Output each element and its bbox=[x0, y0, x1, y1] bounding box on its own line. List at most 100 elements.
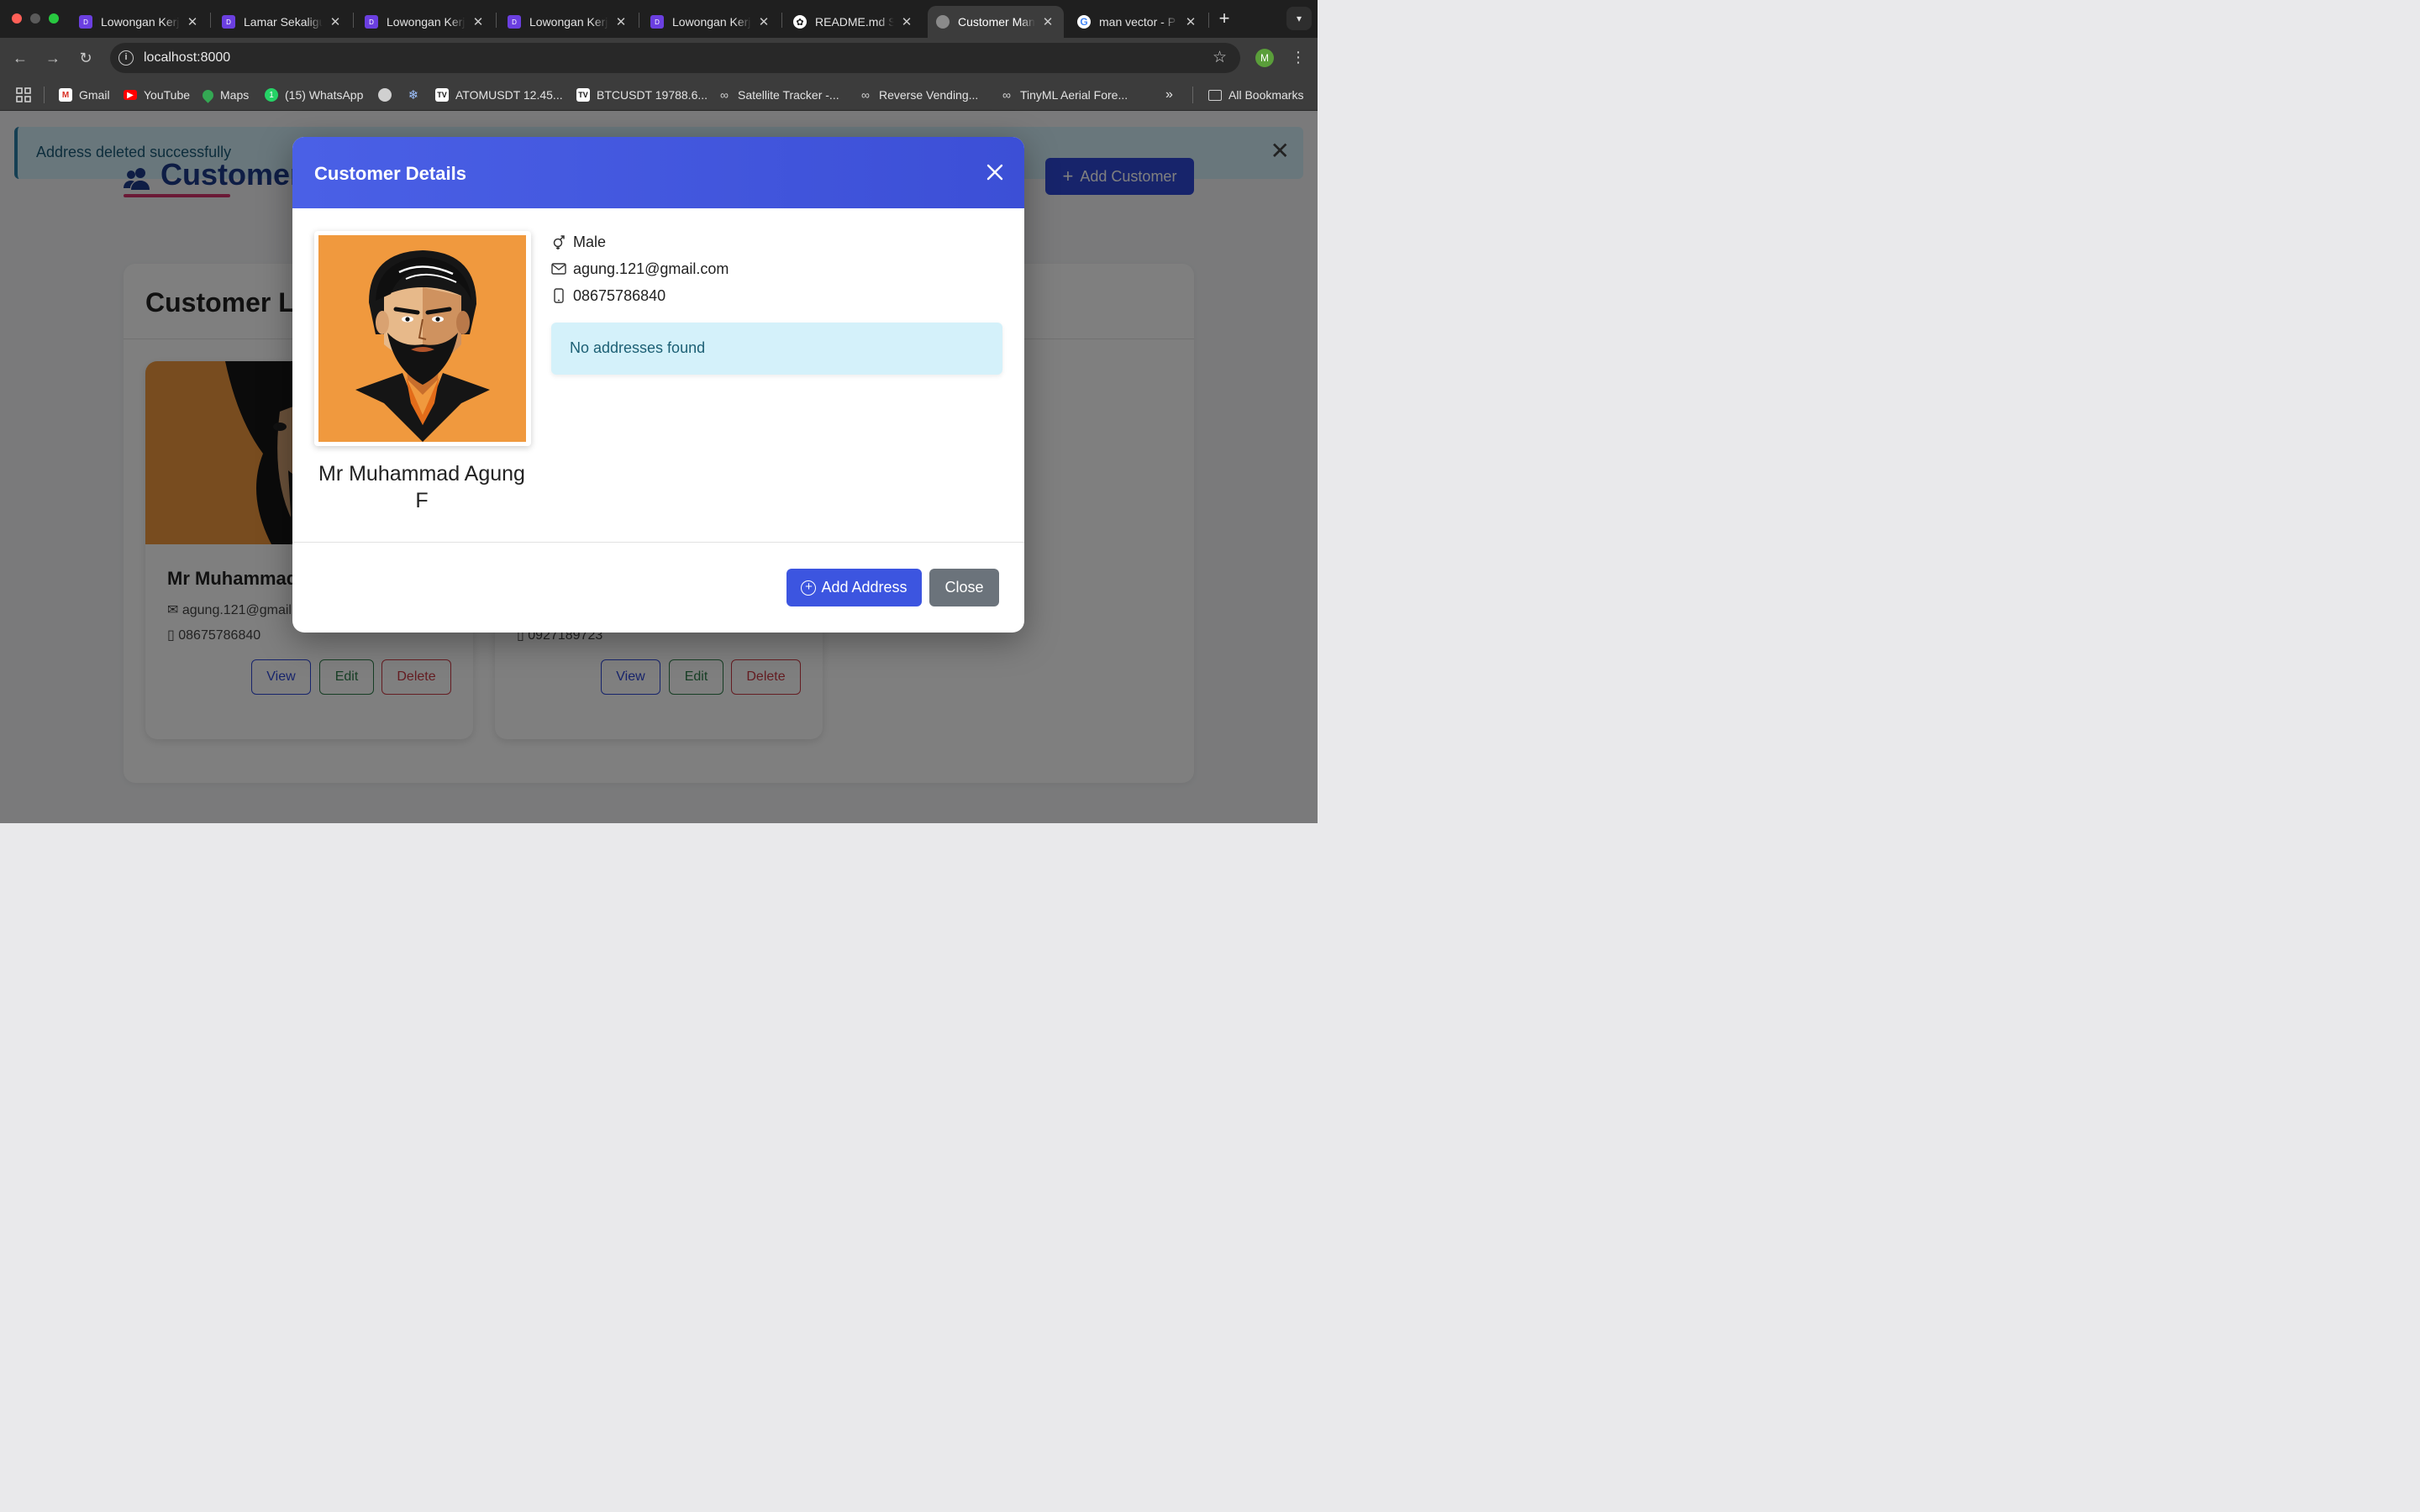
whatsapp-badge: 1 bbox=[269, 90, 274, 100]
tab-title: Lowongan Kerja bbox=[529, 15, 608, 29]
back-icon[interactable]: ← bbox=[10, 48, 30, 68]
tab-title: man vector - P bbox=[1099, 15, 1176, 29]
tab-close-icon[interactable]: ✕ bbox=[1183, 14, 1198, 29]
bookmark-satellite[interactable]: ∞ Satellite Tracker -... bbox=[718, 87, 839, 103]
browser-tab-active[interactable]: Customer Man ✕ bbox=[928, 6, 1064, 38]
customer-avatar-frame bbox=[314, 231, 531, 446]
browser-tab[interactable]: D Lowongan Kerja ✕ bbox=[356, 6, 494, 38]
tab-close-icon[interactable]: ✕ bbox=[756, 14, 771, 29]
bookmark-star-icon[interactable]: ☆ bbox=[1213, 48, 1227, 67]
link-icon: ∞ bbox=[720, 88, 729, 102]
modal-title: Customer Details bbox=[314, 163, 466, 184]
bookmark-globe[interactable] bbox=[378, 87, 398, 103]
browser-tab-bar: D Lowongan Kerja ✕ D Lamar Sekaligus ✕ D… bbox=[0, 0, 1318, 38]
apps-grid-icon[interactable] bbox=[16, 87, 31, 103]
dealls-icon: D bbox=[365, 15, 378, 29]
phone-row: 08675786840 bbox=[551, 286, 666, 306]
modal-footer-divider bbox=[292, 542, 1024, 543]
envelope-icon bbox=[551, 263, 566, 275]
bookmark-label: YouTube bbox=[144, 88, 191, 102]
add-address-label: Add Address bbox=[821, 579, 908, 596]
dealls-icon: D bbox=[650, 15, 664, 29]
url-text: localhost:8000 bbox=[144, 50, 231, 65]
tab-title: Lowongan Kerja bbox=[387, 15, 466, 29]
tab-title: Customer Man bbox=[958, 15, 1035, 29]
maps-icon bbox=[200, 87, 216, 103]
whatsapp-icon: 1 bbox=[265, 88, 278, 102]
add-address-button[interactable]: + Add Address bbox=[786, 569, 922, 606]
youtube-icon: ▶ bbox=[124, 90, 137, 100]
bookmark-label: Maps bbox=[220, 88, 250, 102]
tab-title: Lowongan Kerja bbox=[101, 15, 180, 29]
close-button[interactable]: Close bbox=[929, 569, 999, 606]
snowflake-icon: ❄ bbox=[408, 88, 419, 102]
window-minimize-control[interactable] bbox=[30, 13, 40, 24]
window-close-control[interactable] bbox=[12, 13, 22, 24]
customer-full-name: Mr Muhammad Agung F bbox=[318, 462, 525, 512]
bookmark-youtube[interactable]: ▶ YouTube bbox=[124, 87, 190, 103]
reload-icon[interactable]: ↻ bbox=[76, 48, 96, 68]
bookmark-label: Gmail bbox=[79, 88, 110, 102]
browser-tab[interactable]: D Lowongan Kerja ✕ bbox=[642, 6, 780, 38]
bookmark-label: TinyML Aerial Fore... bbox=[1020, 88, 1128, 102]
bookmark-label: Satellite Tracker -... bbox=[738, 88, 839, 102]
tab-title: Lamar Sekaligus bbox=[244, 15, 323, 29]
browser-tab[interactable]: D Lowongan Kerja ✕ bbox=[71, 6, 208, 38]
modal-close-icon[interactable] bbox=[983, 160, 1007, 184]
browser-tab[interactable]: G man vector - P ✕ bbox=[1069, 6, 1207, 38]
tab-close-icon[interactable]: ✕ bbox=[1040, 14, 1055, 29]
plus-circle-icon: + bbox=[801, 580, 817, 596]
tradingview-icon: TV bbox=[576, 88, 590, 102]
dealls-icon: D bbox=[79, 15, 92, 29]
tab-close-icon[interactable]: ✕ bbox=[185, 14, 200, 29]
customer-phone: 08675786840 bbox=[573, 286, 666, 304]
address-bar[interactable]: i localhost:8000 ☆ bbox=[110, 43, 1240, 73]
openai-icon: ✿ bbox=[793, 15, 807, 29]
tab-title: README.md St bbox=[815, 15, 894, 29]
dealls-icon: D bbox=[222, 15, 235, 29]
globe-icon bbox=[936, 15, 950, 29]
site-info-icon[interactable]: i bbox=[118, 50, 134, 66]
modal-header: Customer Details bbox=[292, 137, 1024, 208]
email-row: agung.121@gmail.com bbox=[551, 259, 729, 279]
customer-avatar bbox=[318, 235, 526, 442]
tab-close-icon[interactable]: ✕ bbox=[328, 14, 343, 29]
tab-title: Lowongan Kerja bbox=[672, 15, 751, 29]
all-bookmarks[interactable]: All Bookmarks bbox=[1208, 87, 1303, 103]
link-icon: ∞ bbox=[861, 88, 870, 102]
browser-tab[interactable]: D Lamar Sekaligus ✕ bbox=[213, 6, 351, 38]
tab-close-icon[interactable]: ✕ bbox=[899, 14, 914, 29]
new-tab-button[interactable]: + bbox=[1215, 7, 1234, 30]
tab-close-icon[interactable]: ✕ bbox=[471, 14, 486, 29]
bookmark-snowflake[interactable]: ❄ bbox=[407, 87, 427, 103]
window-zoom-control[interactable] bbox=[49, 13, 59, 24]
more-bookmarks-icon[interactable]: » bbox=[1165, 87, 1173, 103]
bookmark-tinyml[interactable]: ∞ TinyML Aerial Fore... bbox=[1000, 87, 1128, 103]
bookmark-maps[interactable]: Maps bbox=[200, 87, 250, 103]
folder-icon bbox=[1208, 89, 1222, 101]
bookmark-btcusdt[interactable]: TV BTCUSDT 19788.6... bbox=[576, 87, 708, 103]
bookmark-reverse-vending[interactable]: ∞ Reverse Vending... bbox=[859, 87, 978, 103]
browser-tab[interactable]: ✿ README.md St ✕ bbox=[785, 6, 923, 38]
no-addresses-text: No addresses found bbox=[570, 339, 706, 356]
tab-search-button[interactable]: ▾ bbox=[1286, 7, 1312, 30]
google-icon: G bbox=[1077, 15, 1091, 29]
bookmark-atomusdt[interactable]: TV ATOMUSDT 12.45... bbox=[435, 87, 563, 103]
browser-tab[interactable]: D Lowongan Kerja ✕ bbox=[499, 6, 637, 38]
bookmark-whatsapp[interactable]: 1 (15) WhatsApp bbox=[265, 87, 363, 103]
tradingview-icon: TV bbox=[435, 88, 449, 102]
bookmark-gmail[interactable]: M Gmail bbox=[59, 87, 110, 103]
browser-toolbar: ← → ↻ i localhost:8000 ☆ M ⋮ bbox=[0, 38, 1318, 78]
customer-gender: Male bbox=[573, 233, 607, 250]
phone-icon bbox=[551, 288, 566, 303]
bookmark-label: (15) WhatsApp bbox=[285, 88, 364, 102]
customer-email: agung.121@gmail.com bbox=[573, 260, 729, 277]
tab-close-icon[interactable]: ✕ bbox=[613, 14, 629, 29]
profile-avatar[interactable]: M bbox=[1255, 49, 1274, 67]
bookmark-label: ATOMUSDT 12.45... bbox=[455, 88, 563, 102]
browser-menu-icon[interactable]: ⋮ bbox=[1291, 46, 1306, 68]
forward-icon[interactable]: → bbox=[43, 48, 63, 68]
bookmark-label: BTCUSDT 19788.6... bbox=[597, 88, 708, 102]
bookmark-label: Reverse Vending... bbox=[879, 88, 979, 102]
customer-details-modal: Customer Details Mr Muhammad Agung F Mal… bbox=[292, 137, 1024, 633]
